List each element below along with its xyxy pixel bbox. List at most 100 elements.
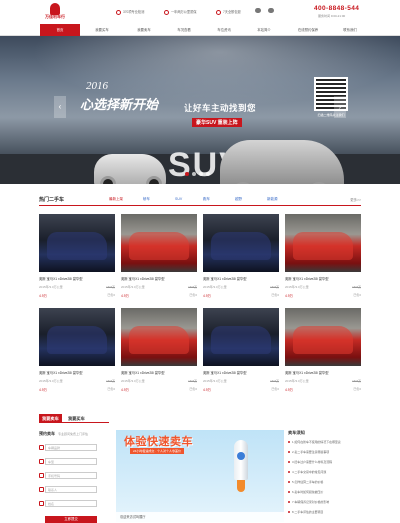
car-card[interactable]: 奥斯 宝马X1 xDrive28i 豪华型 2015年/3.0万公里 18.8万… (203, 214, 279, 308)
top-link-inspection[interactable]: 370项专业检测 (116, 9, 144, 15)
tab-sedan[interactable]: 轿车 (143, 197, 150, 202)
car-name[interactable]: 奥斯 宝马X1 xDrive28i 豪华型 (285, 276, 329, 281)
car-card[interactable]: 奥斯 宝马X1 xDrive28i 豪华型 2015年/3.0万公里 18.8万… (121, 308, 197, 402)
news-item[interactable]: 2.卖二手车需要注意哪些事项 (288, 450, 361, 454)
user-icon (39, 501, 44, 506)
tab-buy-car[interactable]: 我要买车 (68, 414, 85, 423)
banner-prev-button[interactable]: ‹ (54, 96, 66, 118)
car-photo[interactable] (39, 308, 115, 366)
banner-year: 2016 (86, 80, 108, 92)
name-field[interactable]: 姓名 (39, 500, 97, 507)
car-sold-count: 已售0 (189, 387, 197, 391)
wechat-icon[interactable] (255, 8, 261, 13)
tab-sell-car[interactable]: 我要卖车 (39, 414, 62, 423)
car-card[interactable]: 奥斯 宝马X1 xDrive28i 豪华型 2015年/3.0万公里 18.8万… (39, 214, 115, 308)
car-card[interactable]: 奥斯 宝马X1 xDrive28i 豪华型 2015年/3.0万公里 18.8万… (285, 308, 361, 402)
service-hours: 服务时间 9:00-21:00 (318, 14, 346, 18)
promo-banner[interactable]: 体验快速卖车 24小时极速成交 · 个人对个人零差价 欢迎来访试驾展厅 (116, 430, 284, 522)
banner-pagination (185, 172, 213, 177)
car-photo[interactable] (121, 308, 197, 366)
shield-icon (164, 9, 169, 15)
car-price: 4.9万 (39, 294, 47, 298)
tab-sports[interactable]: 跑车 (203, 197, 210, 202)
contact-field[interactable]: 联系人 (39, 486, 97, 493)
nav-item-news[interactable]: 车位资讯 (204, 24, 244, 36)
car-photo[interactable] (121, 214, 197, 272)
news-item[interactable]: 4.二手车交易中的常见问题 (288, 470, 361, 474)
news-item[interactable]: 7.车辆保养记录对价格的影响 (288, 500, 361, 504)
slide-dot[interactable] (206, 172, 210, 176)
car-name[interactable]: 奥斯 宝马X1 xDrive28i 豪华型 (203, 370, 247, 375)
top-link-warranty[interactable]: 一年两万公里质保 (164, 9, 197, 15)
car-original-price: 18.8万 (352, 379, 361, 383)
car-price: 4.9万 (39, 388, 47, 392)
car-sold-count: 已售0 (271, 293, 279, 297)
news-item[interactable]: 3.旧车过户需要什么材料及流程 (288, 460, 361, 464)
car-name[interactable]: 奥斯 宝马X1 xDrive28i 豪华型 (39, 276, 83, 281)
tab-new-energy[interactable]: 新能源 (267, 197, 278, 202)
news-item[interactable]: 1.如何在新车不使用的情况下在哪里卖 (288, 440, 361, 444)
top-link-refund[interactable]: 7天全额包退 (216, 9, 241, 15)
car-sold-count: 已售0 (353, 387, 361, 391)
car-photo[interactable] (203, 308, 279, 366)
model-field[interactable]: 车型 (39, 458, 97, 465)
promo-title: 体验快速卖车 (124, 436, 193, 448)
more-link[interactable]: 更多>> (350, 197, 361, 202)
field-placeholder: 姓名 (48, 502, 55, 506)
news-item[interactable]: 5.怎样估算二手车的价格 (288, 480, 361, 484)
phone-icon (39, 473, 44, 478)
banner-slogan: 心选择新开始 (80, 97, 159, 112)
car-name[interactable]: 奥斯 宝马X1 xDrive28i 豪华型 (121, 276, 165, 281)
sell-tips-panel: 卖车须知 1.如何在新车不使用的情况下在哪里卖 2.卖二手车需要注意哪些事项 3… (288, 430, 361, 522)
car-sold-count: 已售0 (271, 387, 279, 391)
hero-banner[interactable]: 2016 心选择新开始 让好车主动找到您 豪华SUV 重装上阵 SUV 扫描二维… (0, 36, 400, 184)
tab-latest[interactable]: 最新上架 (109, 197, 123, 202)
slide-dot[interactable] (192, 172, 196, 176)
car-name[interactable]: 奥斯 宝马X1 xDrive28i 豪华型 (121, 370, 165, 375)
car-meta: 2015年/3.0万公里 (39, 379, 63, 383)
nav-item-sell[interactable]: 我要卖车 (124, 24, 164, 36)
nav-item-contact[interactable]: 联系我们 (330, 24, 370, 36)
car-photo[interactable] (285, 308, 361, 366)
car-card[interactable]: 奥斯 宝马X1 xDrive28i 豪华型 2015年/3.0万公里 18.8万… (121, 214, 197, 308)
car-original-price: 18.8万 (106, 285, 115, 289)
car-card[interactable]: 奥斯 宝马X1 xDrive28i 豪华型 2015年/3.0万公里 18.8万… (39, 308, 115, 402)
nav-item-home[interactable]: 首页 (40, 24, 80, 36)
tab-suv[interactable]: SUV (175, 197, 182, 201)
nav-item-about[interactable]: 本站简介 (244, 24, 284, 36)
used-cars-header: 热门二手车 最新上架 轿车 SUV 跑车 越野 新能源 更多>> (39, 196, 361, 206)
car-card[interactable]: 奥斯 宝马X1 xDrive28i 豪华型 2015年/3.0万公里 18.8万… (285, 214, 361, 308)
car-meta: 2015年/3.0万公里 (121, 379, 145, 383)
car-price: 4.9万 (285, 294, 293, 298)
slide-dot[interactable] (199, 172, 203, 176)
banner-next-button[interactable]: › (334, 96, 346, 118)
user-icon (39, 487, 44, 492)
car-original-price: 18.8万 (352, 285, 361, 289)
news-item[interactable]: 8.二手车评估的主要项目 (288, 510, 361, 514)
brand-field[interactable]: 车辆品牌 (39, 444, 97, 451)
phone-field[interactable]: 手机号码 (39, 472, 97, 479)
car-meta: 2015年/3.0万公里 (203, 379, 227, 383)
nav-item-inspection[interactable]: 车况查看 (164, 24, 204, 36)
car-card[interactable]: 奥斯 宝马X1 xDrive28i 豪华型 2015年/3.0万公里 18.8万… (203, 308, 279, 402)
car-photo[interactable] (285, 214, 361, 272)
sell-form-label: 预约卖车 (39, 431, 55, 436)
top-header: 万佳利车行 370项专业检测 一年两万公里质保 7天全额包退 400-8848-… (0, 0, 400, 24)
site-logo[interactable]: 万佳利车行 (42, 3, 68, 21)
slide-dot[interactable] (185, 172, 189, 176)
sell-panel-tabs: 我要卖车 我要买车 (39, 414, 109, 423)
car-name[interactable]: 奥斯 宝马X1 xDrive28i 豪华型 (285, 370, 329, 375)
car-original-price: 18.8万 (106, 379, 115, 383)
news-item[interactable]: 6.卖车时如何避免被压价 (288, 490, 361, 494)
nav-item-booking[interactable]: 在线预约保养 (286, 24, 330, 36)
car-name[interactable]: 奥斯 宝马X1 xDrive28i 豪华型 (39, 370, 83, 375)
car-price: 4.9万 (121, 388, 129, 392)
weibo-icon[interactable] (268, 8, 274, 13)
nav-item-buy[interactable]: 我要买车 (82, 24, 122, 36)
sell-car-panel: 我要卖车 我要买车 预约卖车 专业顾问免费上门评估 车辆品牌 车型 手机号码 联… (39, 414, 109, 523)
car-photo[interactable] (203, 214, 279, 272)
car-photo[interactable] (39, 214, 115, 272)
car-price: 4.9万 (285, 388, 293, 392)
tab-offroad[interactable]: 越野 (235, 197, 242, 202)
car-name[interactable]: 奥斯 宝马X1 xDrive28i 豪华型 (203, 276, 247, 281)
